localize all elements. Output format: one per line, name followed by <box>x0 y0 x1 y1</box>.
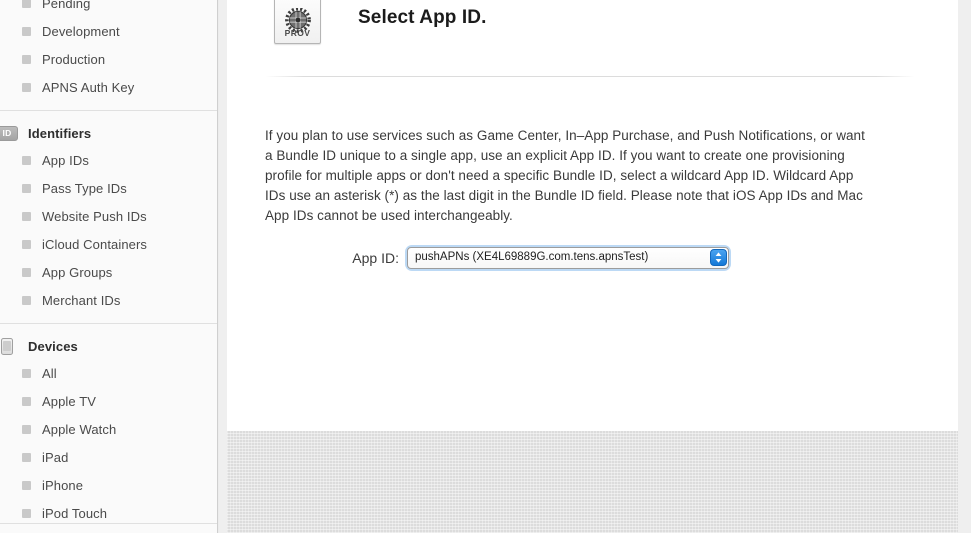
app-id-select[interactable]: pushAPNs (XE4L69889G.com.tens.apnsTest) <box>407 247 729 269</box>
device-icon <box>0 337 18 355</box>
sidebar-item-app-ids[interactable]: App IDs <box>0 146 217 174</box>
square-bullet-icon <box>22 26 31 36</box>
square-bullet-icon <box>22 155 31 165</box>
sidebar-item-ipad[interactable]: iPad <box>0 443 217 471</box>
sidebar-heading-devices: Devices <box>0 333 217 359</box>
square-bullet-icon <box>22 211 31 221</box>
sidebar-item-iphone[interactable]: iPhone <box>0 471 217 499</box>
square-bullet-icon <box>22 82 31 92</box>
sidebar-heading-identifiers: ID Identifiers <box>0 120 217 146</box>
desktop-background-right <box>958 0 971 533</box>
sidebar-item-apple-tv[interactable]: Apple TV <box>0 387 217 415</box>
desktop-background-bottom <box>227 431 958 533</box>
square-bullet-icon <box>22 183 31 193</box>
sidebar-item-label: All <box>42 365 57 381</box>
sidebar-group-profiles: Pending Development Production APNS Auth… <box>0 0 217 101</box>
content-panel: PROV Select App ID. If you plan to use s… <box>227 0 958 431</box>
sidebar-item-label: Apple TV <box>42 393 97 409</box>
sidebar-item-app-groups[interactable]: App Groups <box>0 258 217 286</box>
sidebar: Pending Development Production APNS Auth… <box>0 0 218 533</box>
square-bullet-icon <box>22 452 31 462</box>
sidebar-item-all[interactable]: All <box>0 359 217 387</box>
sidebar-item-website-push-ids[interactable]: Website Push IDs <box>0 202 217 230</box>
sidebar-group-identifiers: ID Identifiers App IDs Pass Type IDs Web… <box>0 120 217 314</box>
sidebar-item-label: iPad <box>42 449 69 465</box>
sidebar-item-label: Apple Watch <box>42 421 117 437</box>
app-window: Pending Development Production APNS Auth… <box>0 0 971 533</box>
square-bullet-icon <box>22 396 31 406</box>
header-divider <box>265 76 915 77</box>
sidebar-bottom-divider <box>0 523 217 524</box>
sidebar-divider <box>0 323 217 324</box>
sidebar-heading-label: Identifiers <box>28 125 92 141</box>
sidebar-item-apple-watch[interactable]: Apple Watch <box>0 415 217 443</box>
sidebar-item-label: App IDs <box>42 152 89 168</box>
sidebar-item-label: Website Push IDs <box>42 208 147 224</box>
square-bullet-icon <box>22 368 31 378</box>
sidebar-item-label: iPod Touch <box>42 505 108 521</box>
sidebar-item-merchant-ids[interactable]: Merchant IDs <box>0 286 217 314</box>
select-stepper-arrows-icon[interactable] <box>710 249 727 266</box>
sidebar-item-development[interactable]: Development <box>0 17 217 45</box>
square-bullet-icon <box>22 239 31 249</box>
sidebar-item-icloud-containers[interactable]: iCloud Containers <box>0 230 217 258</box>
sidebar-item-label: Pass Type IDs <box>42 180 127 196</box>
square-bullet-icon <box>22 295 31 305</box>
square-bullet-icon <box>22 0 31 8</box>
sidebar-item-label: Development <box>42 23 120 39</box>
square-bullet-icon <box>22 267 31 277</box>
square-bullet-icon <box>22 54 31 64</box>
provisioning-icon-label: PROV <box>284 28 311 38</box>
square-bullet-icon <box>22 508 31 518</box>
sidebar-item-label: Merchant IDs <box>42 292 121 308</box>
app-id-label: App ID: <box>352 250 399 266</box>
sidebar-item-label: APNS Auth Key <box>42 79 135 95</box>
sidebar-item-pending[interactable]: Pending <box>0 0 217 17</box>
page-title: Select App ID. <box>358 7 487 28</box>
sidebar-item-apns-auth-key[interactable]: APNS Auth Key <box>0 73 217 101</box>
sidebar-item-label: Production <box>42 51 106 67</box>
sidebar-item-production[interactable]: Production <box>0 45 217 73</box>
sidebar-item-label: Pending <box>42 0 91 11</box>
app-id-field-row: App ID: pushAPNs (XE4L69889G.com.tens.ap… <box>227 247 958 269</box>
sidebar-item-label: iCloud Containers <box>42 236 148 252</box>
sidebar-item-pass-type-ids[interactable]: Pass Type IDs <box>0 174 217 202</box>
sidebar-divider <box>0 110 217 111</box>
sidebar-content-gutter <box>219 0 227 533</box>
chevron-up-down-icon <box>715 252 722 263</box>
app-id-selected-value: pushAPNs (XE4L69889G.com.tens.apnsTest) <box>415 251 649 263</box>
provisioning-profile-icon: PROV <box>274 0 321 44</box>
square-bullet-icon <box>22 424 31 434</box>
sidebar-item-label: App Groups <box>42 264 113 280</box>
sidebar-scroll-area[interactable]: Pending Development Production APNS Auth… <box>0 0 217 527</box>
sidebar-item-label: iPhone <box>42 477 84 493</box>
sidebar-heading-label: Devices <box>28 338 78 354</box>
content-header: PROV Select App ID. <box>227 0 958 76</box>
square-bullet-icon <box>22 480 31 490</box>
description-text: If you plan to use services such as Game… <box>265 127 865 224</box>
sidebar-group-devices: Devices All Apple TV Apple Watch iPad iP… <box>0 333 217 527</box>
id-badge-icon: ID <box>0 125 18 142</box>
